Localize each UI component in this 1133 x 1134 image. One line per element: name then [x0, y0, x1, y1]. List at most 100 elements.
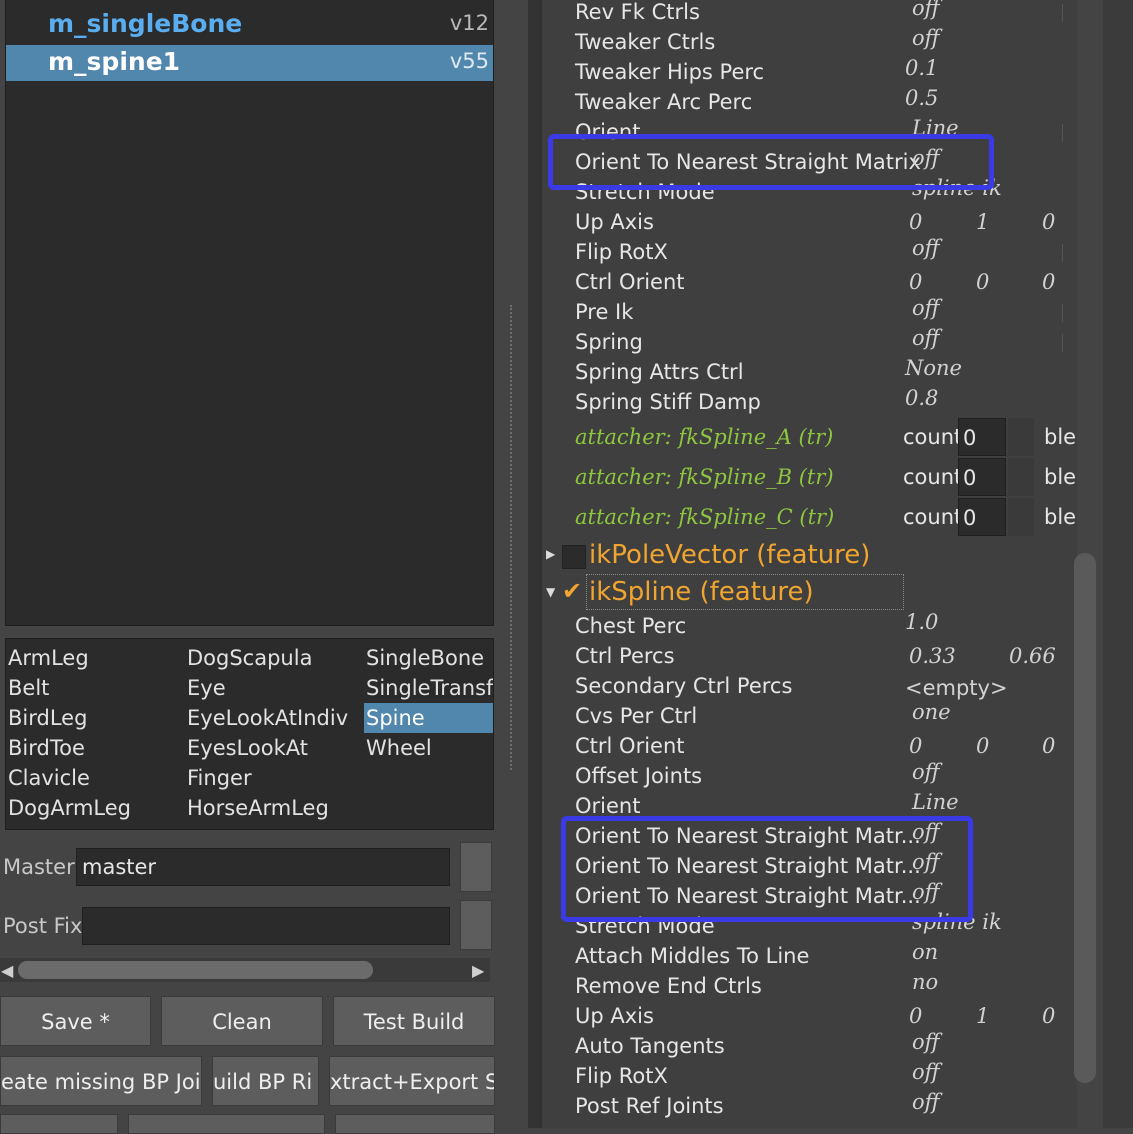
attr-value[interactable]: one [912, 700, 951, 724]
bottom-button-3[interactable] [335, 1114, 495, 1134]
create-missing-bp-joints-button[interactable]: eate missing BP Join [0, 1056, 202, 1106]
attr-label: Spring Stiff Damp [575, 390, 761, 414]
module-item-birdleg[interactable]: BirdLeg [6, 703, 183, 733]
postfix-input[interactable] [82, 907, 450, 945]
panel-splitter-handle[interactable] [510, 305, 512, 770]
feature-enable-checkbox[interactable] [562, 545, 586, 569]
module-type-list[interactable]: ArmLeg Belt BirdLeg BirdToe Clavicle Dog… [5, 638, 494, 830]
module-item-horsearmleg[interactable]: HorseArmLeg [185, 793, 362, 823]
attr-vector-y[interactable]: 1 [976, 1004, 989, 1028]
module-item-eye[interactable]: Eye [185, 673, 362, 703]
attr-label: Auto Tangents [575, 1034, 725, 1058]
attr-label: Rev Fk Ctrls [575, 0, 700, 24]
module-item-finger[interactable]: Finger [185, 763, 362, 793]
attr-value[interactable]: None [905, 356, 962, 380]
module-item-spine[interactable]: Spine [364, 703, 493, 733]
extract-export-skeleton-button[interactable]: xtract+Export Sk [329, 1056, 495, 1106]
scroll-right-arrow-icon[interactable]: ▶ [472, 961, 484, 980]
module-item-armleg[interactable]: ArmLeg [6, 643, 183, 673]
attr-value[interactable]: no [912, 970, 938, 994]
scroll-left-arrow-icon[interactable]: ◀ [1, 961, 13, 980]
module-item-dogarmleg[interactable]: DogArmLeg [6, 793, 183, 823]
attr-value[interactable]: off [912, 760, 940, 784]
attacher-count-input[interactable]: 0 [958, 418, 1006, 456]
module-item-dogscapula[interactable]: DogScapula [185, 643, 362, 673]
collapsed-arrow-icon[interactable]: ▶ [546, 547, 555, 561]
attr-label: Pre Ik [575, 300, 634, 324]
horizontal-scroll-thumb[interactable] [18, 961, 373, 979]
attacher-count-button[interactable] [1008, 418, 1034, 456]
attr-value[interactable]: 1.0 [905, 610, 938, 634]
module-item-singlebone[interactable]: SingleBone [364, 643, 493, 673]
attr-vector-y[interactable]: 0.66 [1009, 644, 1056, 668]
postfix-side-button[interactable] [460, 900, 492, 950]
attacher-count-label: count [903, 465, 963, 489]
attr-vector-z[interactable]: 0 [1042, 1004, 1055, 1028]
feature-header-ikspline[interactable]: ikSpline (feature) [589, 577, 814, 607]
module-item-belt[interactable]: Belt [6, 673, 183, 703]
master-label: Master [3, 855, 75, 879]
module-item-birdtoe[interactable]: BirdToe [6, 733, 183, 763]
attr-vector-y[interactable]: 1 [976, 210, 989, 234]
vertical-scrollbar[interactable] [1103, 0, 1133, 1128]
attr-vector-x[interactable]: 0 [909, 734, 922, 758]
attr-value[interactable]: 0.8 [905, 386, 938, 410]
attr-value[interactable]: Line [912, 790, 959, 814]
column-separator [1062, 4, 1063, 22]
checkmark-icon[interactable]: ✔ [562, 577, 582, 605]
master-side-button[interactable] [460, 842, 492, 892]
bottom-button-2[interactable] [128, 1114, 325, 1134]
column-separator [1062, 244, 1063, 262]
attr-value[interactable]: off [912, 0, 940, 20]
attacher-tail-label: ble [1044, 505, 1077, 529]
build-bp-rig-button[interactable]: uild BP Ri [212, 1056, 319, 1106]
attr-value[interactable]: off [912, 1060, 940, 1084]
attr-value[interactable]: off [912, 236, 940, 260]
master-input[interactable]: master [76, 848, 450, 886]
attr-label: Spring Attrs Ctrl [575, 360, 744, 384]
test-build-button[interactable]: Test Build [333, 996, 495, 1046]
bottom-button-1[interactable] [0, 1114, 118, 1134]
attr-label: Cvs Per Ctrl [575, 704, 698, 728]
attr-value[interactable]: <empty> [905, 676, 1008, 700]
attr-value[interactable]: off [912, 1090, 940, 1114]
attacher-count-button[interactable] [1008, 458, 1034, 496]
column-separator [1062, 334, 1063, 352]
attr-label: Secondary Ctrl Percs [575, 674, 793, 698]
attr-vector-y[interactable]: 0 [976, 734, 989, 758]
module-item-wheel[interactable]: Wheel [364, 733, 493, 763]
expanded-arrow-icon[interactable]: ▼ [546, 585, 555, 599]
feature-header-ikpolevector[interactable]: ikPoleVector (feature) [589, 540, 870, 570]
attr-vector-x[interactable]: 0 [909, 270, 922, 294]
attacher-count-input[interactable]: 0 [958, 458, 1006, 496]
attr-value[interactable]: off [912, 296, 940, 320]
outliner-row[interactable]: m_singleBone v12 [6, 7, 493, 43]
vertical-scroll-thumb[interactable] [1074, 553, 1096, 1083]
outliner-row-selected[interactable]: m_spine1 v55 [6, 45, 493, 81]
module-item-singletransform[interactable]: SingleTransfo [364, 673, 493, 703]
outliner-row-version: v55 [449, 49, 489, 73]
module-item-clavicle[interactable]: Clavicle [6, 763, 183, 793]
attr-vector-x[interactable]: 0 [909, 210, 922, 234]
attr-value[interactable]: off [912, 26, 940, 50]
attr-label: Ctrl Orient [575, 734, 685, 758]
clean-button[interactable]: Clean [161, 996, 323, 1046]
module-item-eyeslookat[interactable]: EyesLookAt [185, 733, 362, 763]
module-outliner[interactable]: m_singleBone v12 m_spine1 v55 [5, 0, 494, 626]
attr-value[interactable]: on [912, 940, 938, 964]
attr-value[interactable]: 0.5 [905, 86, 938, 110]
attr-vector-x[interactable]: 0 [909, 1004, 922, 1028]
attacher-count-button[interactable] [1008, 498, 1034, 536]
attacher-count-label: count [903, 505, 963, 529]
save-button[interactable]: Save * [0, 996, 151, 1046]
attr-value[interactable]: 0.1 [905, 56, 938, 80]
attr-vector-z[interactable]: 0 [1042, 734, 1055, 758]
attr-vector-y[interactable]: 0 [976, 270, 989, 294]
attr-value[interactable]: off [912, 326, 940, 350]
module-item-eyelookatindiv[interactable]: EyeLookAtIndiv [185, 703, 362, 733]
attacher-count-input[interactable]: 0 [958, 498, 1006, 536]
attr-value[interactable]: off [912, 1030, 940, 1054]
attr-vector-z[interactable]: 0 [1042, 210, 1055, 234]
attr-vector-z[interactable]: 0 [1042, 270, 1055, 294]
attr-vector-x[interactable]: 0.33 [909, 644, 956, 668]
